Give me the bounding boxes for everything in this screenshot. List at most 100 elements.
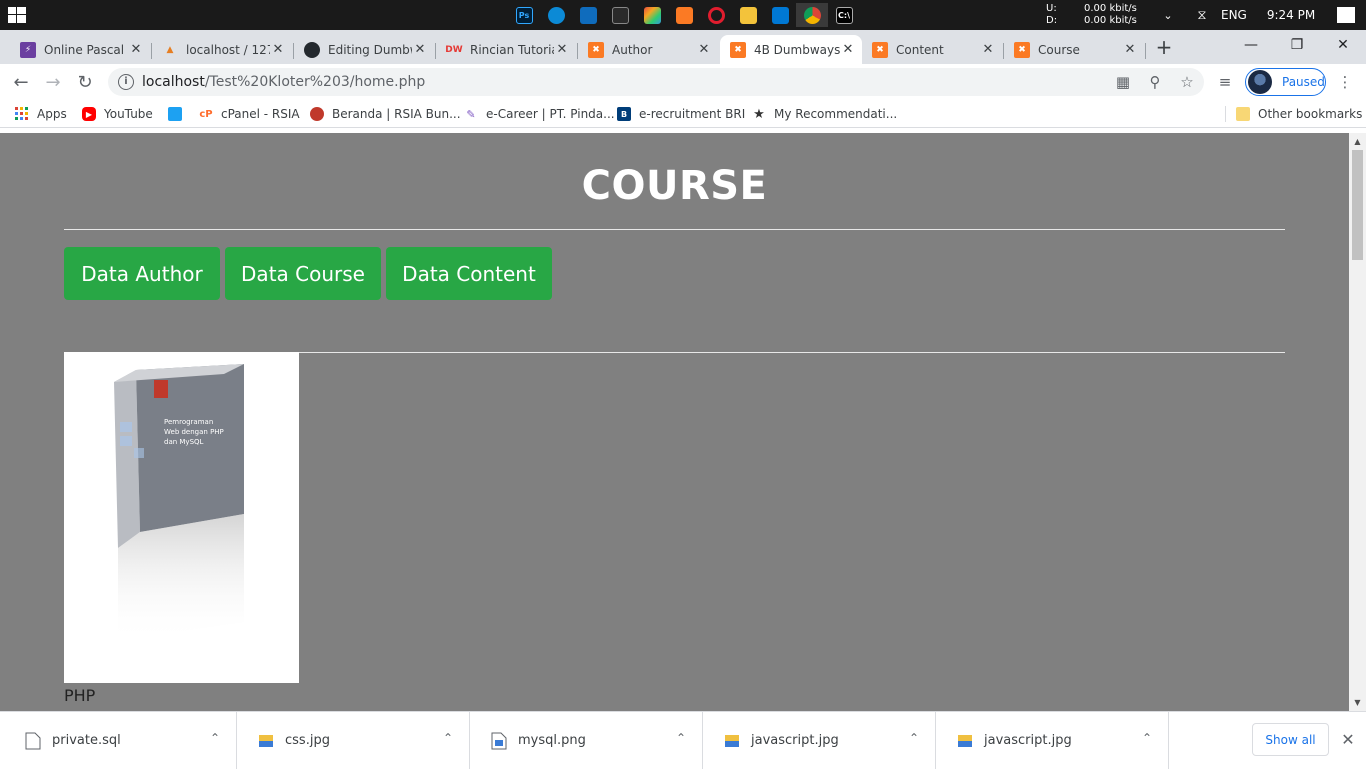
chevron-up-icon[interactable]: ⌃ <box>676 731 686 745</box>
tab-author[interactable]: ✖ Author ✕ <box>578 35 718 64</box>
bookmark-label: e-recruitment BRI <box>639 107 746 121</box>
tab-label: Content <box>896 42 944 57</box>
close-icon[interactable]: ✕ <box>128 42 144 58</box>
net-up-value: 0.00 kbit/s <box>1084 3 1137 14</box>
taskbar-app-icon[interactable] <box>604 3 636 27</box>
taskbar-mail-icon[interactable] <box>572 3 604 27</box>
wifi-icon[interactable]: ⧖ <box>1192 8 1212 23</box>
taskbar-photoshop-icon[interactable]: Ps <box>508 3 540 27</box>
taskbar-terminal-icon[interactable]: C:\ <box>828 3 860 27</box>
download-filename: private.sql <box>52 733 121 748</box>
chevron-up-icon[interactable]: ⌃ <box>443 731 453 745</box>
ecareer-icon: ✎ <box>466 107 476 121</box>
menu-kebab-icon[interactable]: ⋮ <box>1336 73 1354 91</box>
tab-dumbways-tutorial[interactable]: DW Rincian Tutoria ✕ <box>436 35 576 64</box>
bookmark-bri[interactable]: B e-recruitment BRI <box>617 105 745 123</box>
forward-arrow-icon[interactable]: → <box>40 69 66 95</box>
bri-icon: B <box>617 107 631 121</box>
bookmark-rsia[interactable]: Beranda | RSIA Bun... <box>310 105 461 123</box>
download-item[interactable]: javascript.jpg ⌃ <box>703 712 936 769</box>
bookmark-twitter[interactable] <box>168 105 190 123</box>
chevron-up-icon[interactable]: ⌃ <box>1142 731 1152 745</box>
apps-grid-icon <box>15 107 29 121</box>
close-icon[interactable]: ✕ <box>412 42 428 58</box>
clock[interactable]: 9:24 PM <box>1267 8 1315 22</box>
xampp-icon: ✖ <box>588 41 604 58</box>
download-item[interactable]: css.jpg ⌃ <box>237 712 470 769</box>
chevron-up-icon[interactable]: ⌃ <box>909 731 919 745</box>
tab-4b-dumbways[interactable]: ✖ 4B Dumbways ✕ <box>720 35 862 64</box>
taskbar-file-explorer-icon[interactable] <box>732 3 764 27</box>
windows-start-icon[interactable] <box>8 7 26 23</box>
tab-content[interactable]: ✖ Content ✕ <box>862 35 1002 64</box>
url-text[interactable]: localhost/Test%20Kloter%203/home.php <box>142 74 425 90</box>
data-author-button[interactable]: Data Author <box>64 247 220 300</box>
show-all-downloads-button[interactable]: Show all <box>1252 723 1329 756</box>
close-icon[interactable]: ✕ <box>696 42 712 58</box>
scroll-down-arrow-icon[interactable]: ▼ <box>1353 698 1362 707</box>
data-content-button[interactable]: Data Content <box>386 247 552 300</box>
notification-icon[interactable] <box>1337 7 1356 23</box>
dumbways-icon: DW <box>445 44 463 55</box>
address-bar[interactable]: i localhost/Test%20Kloter%203/home.php ▦… <box>108 68 1204 96</box>
vertical-scrollbar[interactable]: ▲ ▼ <box>1349 133 1366 711</box>
download-item[interactable]: private.sql ⌃ <box>4 712 237 769</box>
site-info-icon[interactable]: i <box>118 74 134 90</box>
close-icon[interactable]: ✕ <box>554 42 570 58</box>
restore-icon[interactable]: ❐ <box>1274 30 1320 60</box>
reading-list-icon[interactable]: ≡ <box>1216 73 1234 91</box>
tab-course[interactable]: ✖ Course ✕ <box>1004 35 1144 64</box>
tab-label: localhost / 127 <box>186 42 270 57</box>
net-down-value: 0.00 kbit/s <box>1084 15 1137 26</box>
profile-button[interactable]: Paused <box>1245 68 1326 96</box>
zoom-icon[interactable]: ⚲ <box>1146 73 1164 91</box>
twitter-icon <box>168 107 182 121</box>
profile-status: Paused <box>1282 75 1325 89</box>
close-icon[interactable]: ✕ <box>980 42 996 58</box>
data-course-button[interactable]: Data Course <box>225 247 381 300</box>
new-tab-plus-icon[interactable]: + <box>1152 37 1176 57</box>
bookmark-recommendations[interactable]: ★ My Recommendati... <box>752 105 897 123</box>
language-indicator[interactable]: ENG <box>1221 8 1247 22</box>
bookmark-youtube[interactable]: ▶ YouTube <box>82 105 153 123</box>
taskbar-vscode-icon[interactable] <box>764 3 796 27</box>
taskbar-xampp-icon[interactable] <box>668 3 700 27</box>
back-arrow-icon[interactable]: ← <box>8 69 34 95</box>
bookmark-star-icon[interactable]: ☆ <box>1178 73 1196 91</box>
reload-icon[interactable]: ↻ <box>72 69 98 95</box>
window-close-icon[interactable]: ✕ <box>1320 30 1366 60</box>
tab-github[interactable]: Editing Dumbw ✕ <box>294 35 434 64</box>
course-cover-image[interactable]: Pemrograman Web dengan PHP dan MySQL <box>64 352 299 683</box>
minimize-icon[interactable]: — <box>1228 30 1274 60</box>
tab-online-pascal[interactable]: ⚡ Online Pascal C ✕ <box>10 35 150 64</box>
tray-chevron-up-icon[interactable]: ⌄ <box>1158 9 1178 22</box>
taskbar-paint-icon[interactable] <box>636 3 668 27</box>
taskbar-apps: Ps C:\ <box>508 3 860 27</box>
download-filename: mysql.png <box>518 733 586 748</box>
taskbar-chrome-icon[interactable] <box>796 3 828 27</box>
cover-line: Web dengan PHP <box>164 428 224 436</box>
download-item[interactable]: javascript.jpg ⌃ <box>936 712 1169 769</box>
close-icon[interactable]: ✕ <box>270 42 286 58</box>
image-file-icon <box>491 732 507 750</box>
taskbar-edge-icon[interactable] <box>540 3 572 27</box>
close-icon[interactable]: ✕ <box>1122 42 1138 58</box>
scrollbar-thumb[interactable] <box>1352 150 1363 260</box>
bookmark-cpanel[interactable]: cP cPanel - RSIA <box>199 105 299 123</box>
other-bookmarks[interactable]: Other bookmarks <box>1236 105 1362 123</box>
bookmark-divider <box>1225 106 1226 122</box>
image-file-icon <box>725 735 739 747</box>
bookmarks-bar: Apps ▶ YouTube cP cPanel - RSIA Beranda … <box>0 100 1366 128</box>
bookmark-ecareer[interactable]: ✎ e-Career | PT. Pinda... <box>464 105 614 123</box>
close-downloads-icon[interactable]: ✕ <box>1338 730 1358 750</box>
download-item[interactable]: mysql.png ⌃ <box>470 712 703 769</box>
bolt-icon: ⚡ <box>20 41 36 58</box>
taskbar-opera-icon[interactable] <box>700 3 732 27</box>
tab-phpmyadmin[interactable]: ▲ localhost / 127 ✕ <box>152 35 292 64</box>
chevron-up-icon[interactable]: ⌃ <box>210 731 220 745</box>
net-up-label: U: <box>1046 3 1057 14</box>
bookmark-apps[interactable]: Apps <box>15 105 67 123</box>
translate-icon[interactable]: ▦ <box>1114 73 1132 91</box>
scroll-up-arrow-icon[interactable]: ▲ <box>1353 137 1362 146</box>
close-icon[interactable]: ✕ <box>840 42 856 58</box>
